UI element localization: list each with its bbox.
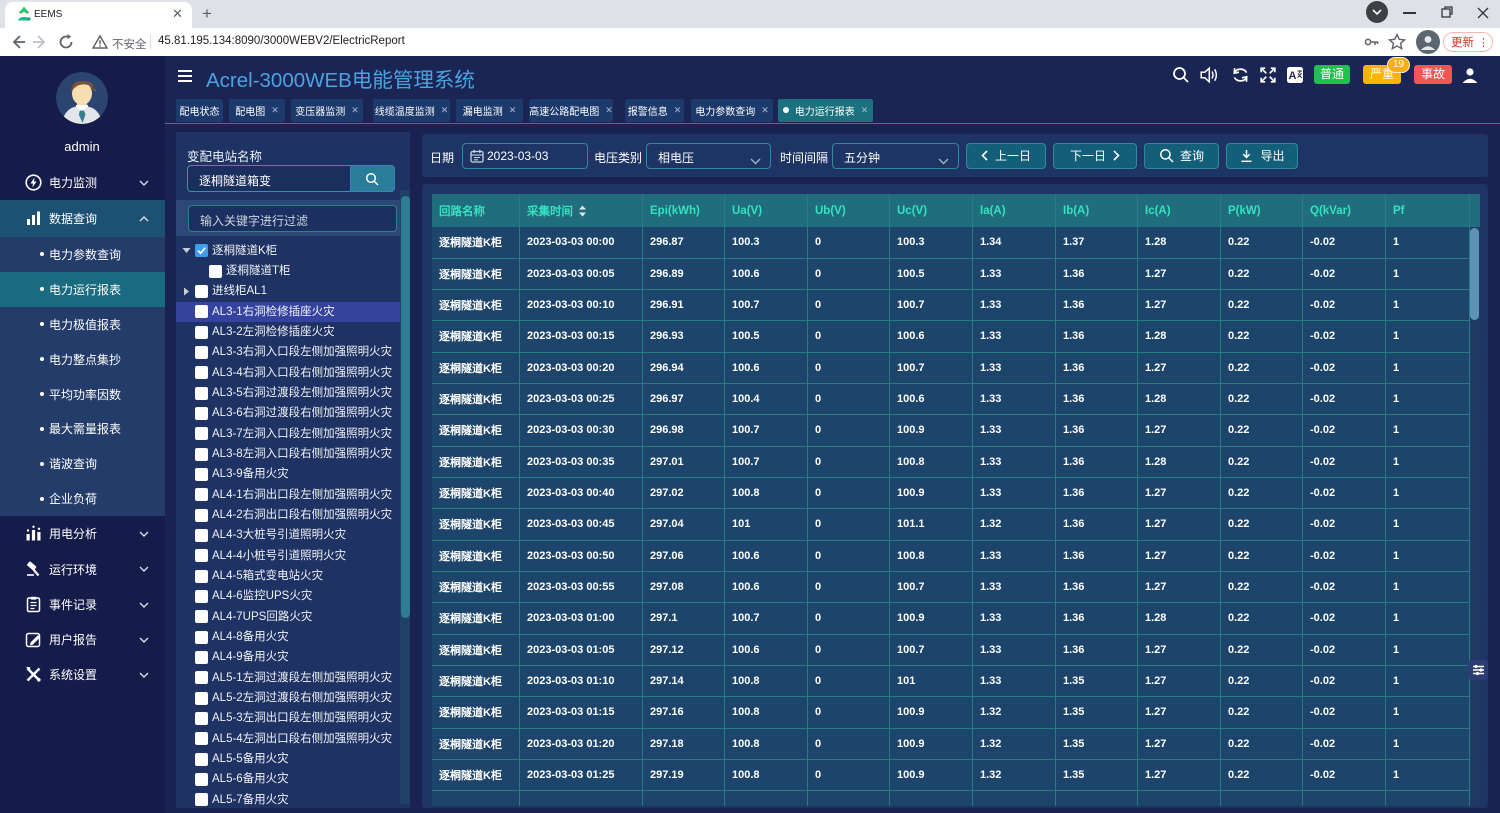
svg-text:A: A: [1289, 70, 1297, 82]
